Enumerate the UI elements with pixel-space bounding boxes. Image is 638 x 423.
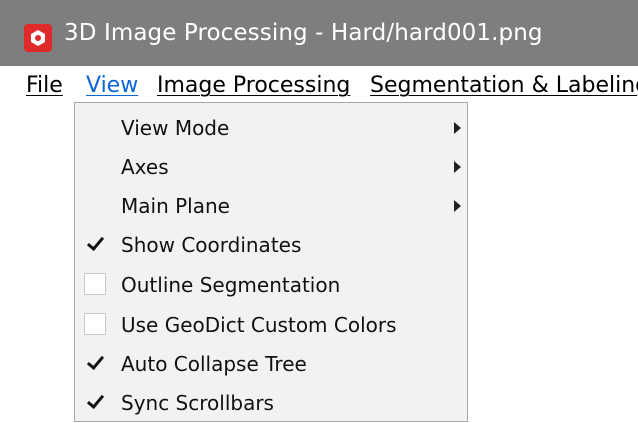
menu-item-sync-scrollbars[interactable]: Sync Scrollbars (75, 384, 467, 423)
menu-file[interactable]: File (26, 72, 63, 100)
submenu-arrow-icon (454, 200, 461, 212)
menu-item-use-geodict-custom-colors[interactable]: Use GeoDict Custom Colors (75, 306, 467, 345)
menu-item-label: Use GeoDict Custom Colors (121, 313, 397, 337)
submenu-arrow-icon (454, 122, 461, 134)
menu-item-label: Auto Collapse Tree (121, 352, 307, 376)
window-title: 3D Image Processing - Hard/hard001.png (64, 20, 543, 46)
menu-view[interactable]: View (86, 72, 138, 100)
submenu-arrow-icon (454, 161, 461, 173)
title-bar: 3D Image Processing - Hard/hard001.png (0, 0, 638, 66)
menu-item-outline-segmentation[interactable]: Outline Segmentation (75, 266, 467, 305)
menu-item-label: Sync Scrollbars (121, 391, 274, 415)
menu-item-label: Main Plane (121, 194, 230, 218)
checkbox-icon[interactable] (84, 273, 106, 295)
menu-item-show-coordinates[interactable]: Show Coordinates (75, 226, 467, 265)
menu-item-view-mode[interactable]: View Mode (75, 109, 467, 148)
menu-image-processing[interactable]: Image Processing (157, 72, 350, 100)
view-dropdown-menu: View Mode Axes Main Plane Show Coordinat… (74, 102, 468, 422)
menu-item-label: Outline Segmentation (121, 273, 341, 297)
menu-bar: File View Image Processing Segmentation … (0, 66, 638, 106)
checkmark-icon[interactable] (84, 391, 106, 413)
menu-item-label: Axes (121, 155, 169, 179)
checkbox-icon[interactable] (84, 313, 106, 335)
menu-item-axes[interactable]: Axes (75, 148, 467, 187)
checkmark-icon[interactable] (84, 352, 106, 374)
menu-item-label: Show Coordinates (121, 233, 302, 257)
app-hex-icon[interactable] (24, 24, 52, 52)
checkmark-icon[interactable] (84, 233, 106, 255)
menu-item-auto-collapse-tree[interactable]: Auto Collapse Tree (75, 345, 467, 384)
menu-item-label: View Mode (121, 116, 230, 140)
menu-segmentation-labeling[interactable]: Segmentation & Labeling (370, 72, 638, 100)
menu-item-main-plane[interactable]: Main Plane (75, 187, 467, 226)
